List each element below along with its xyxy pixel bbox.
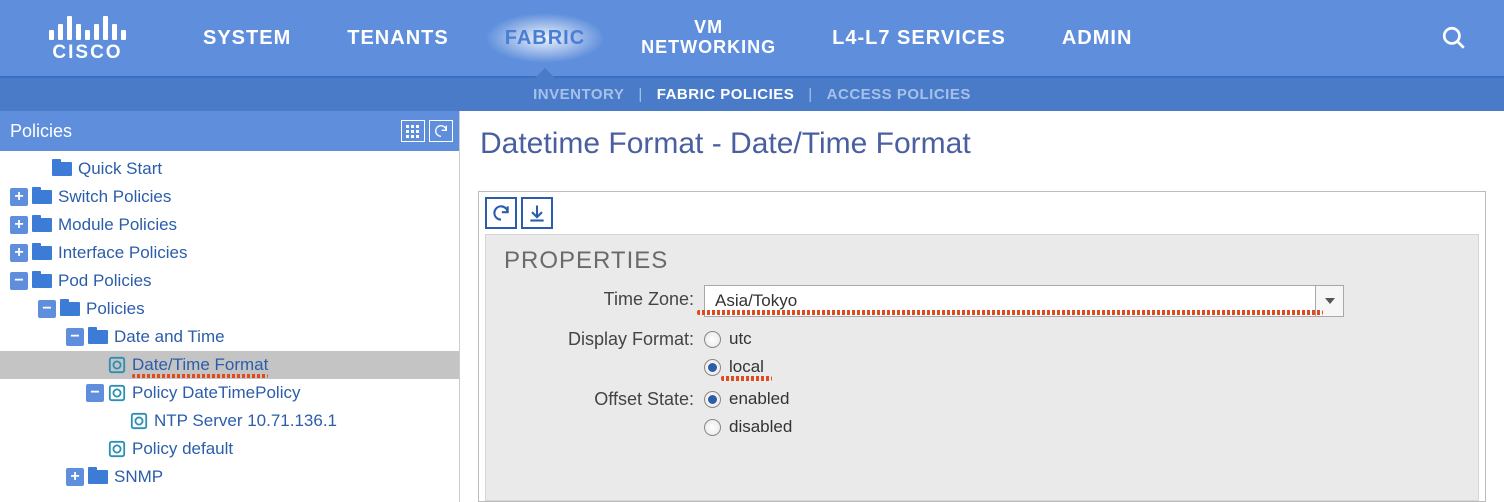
folder-icon: [32, 190, 52, 204]
offset-state-label: Offset State:: [504, 385, 704, 410]
tree-snmp[interactable]: + SNMP: [0, 463, 459, 491]
policy-doc-icon: [108, 356, 126, 374]
sidebar-header: Policies: [0, 111, 459, 151]
field-display-format: Display Format: utc local: [504, 325, 1450, 377]
subnav-divider: |: [804, 86, 816, 103]
policy-doc-icon: [108, 384, 126, 402]
expand-icon[interactable]: +: [10, 188, 28, 206]
nav-vm-networking[interactable]: VMNETWORKING: [613, 0, 804, 76]
refresh-icon: [433, 123, 449, 139]
cisco-logo-text: CISCO: [52, 42, 122, 64]
timezone-select[interactable]: Asia/Tokyo: [704, 285, 1344, 317]
radio-icon: [704, 359, 721, 376]
tree-policies[interactable]: − Policies: [0, 295, 459, 323]
main-nav: SYSTEM TENANTS FABRIC VMNETWORKING L4-L7…: [175, 0, 1404, 76]
sidebar-title: Policies: [10, 121, 72, 142]
tree-date-and-time[interactable]: − Date and Time: [0, 323, 459, 351]
sub-nav-bar: INVENTORY | FABRIC POLICIES | ACCESS POL…: [0, 78, 1504, 111]
collapse-icon[interactable]: −: [86, 384, 104, 402]
policy-doc-icon: [108, 440, 126, 458]
display-format-label: Display Format:: [504, 325, 704, 350]
field-offset-state: Offset State: enabled disabled: [504, 385, 1450, 437]
expand-icon[interactable]: +: [66, 468, 84, 486]
page-title: Datetime Format - Date/Time Format: [480, 127, 1486, 161]
subnav-fabric-policies[interactable]: FABRIC POLICIES: [653, 86, 799, 103]
radio-label: enabled: [729, 389, 790, 409]
nav-tenants[interactable]: TENANTS: [319, 0, 476, 76]
nav-admin[interactable]: ADMIN: [1034, 0, 1161, 76]
collapse-icon[interactable]: −: [38, 300, 56, 318]
cisco-logo-bars-icon: [49, 12, 126, 40]
sidebar-refresh-button[interactable]: [429, 120, 453, 142]
subnav-access-policies[interactable]: ACCESS POLICIES: [823, 86, 975, 103]
tree-label: Date/Time Format: [132, 355, 268, 375]
subnav-divider: |: [634, 86, 646, 103]
radio-label: disabled: [729, 417, 792, 437]
nav-l4l7[interactable]: L4-L7 SERVICES: [804, 0, 1034, 76]
folder-icon: [32, 246, 52, 260]
panel-refresh-button[interactable]: [485, 197, 517, 229]
folder-icon: [32, 218, 52, 232]
folder-icon: [88, 330, 108, 344]
radio-label: local: [729, 357, 764, 377]
display-format-local[interactable]: local: [704, 357, 1344, 377]
expand-icon[interactable]: +: [10, 244, 28, 262]
collapse-icon[interactable]: −: [10, 272, 28, 290]
policy-tree: Quick Start + Switch Policies + Module P…: [0, 151, 459, 502]
radio-icon: [704, 419, 721, 436]
policy-doc-icon: [130, 412, 148, 430]
properties-section: PROPERTIES Time Zone: Asia/Tokyo Display…: [485, 234, 1479, 501]
timezone-label: Time Zone:: [504, 285, 704, 310]
tree-policy-default[interactable]: Policy default: [0, 435, 459, 463]
tree-switch-policies[interactable]: + Switch Policies: [0, 183, 459, 211]
subnav-inventory[interactable]: INVENTORY: [529, 86, 628, 103]
content-pane: Datetime Format - Date/Time Format PROPE…: [460, 111, 1504, 502]
sidebar: Policies Quick Start + Switch Policies +: [0, 111, 460, 502]
offset-state-disabled[interactable]: disabled: [704, 417, 1344, 437]
search-icon: [1441, 25, 1467, 51]
folder-icon: [52, 162, 72, 176]
body: Policies Quick Start + Switch Policies +: [0, 111, 1504, 502]
tree-policy-datetimepolicy[interactable]: − Policy DateTimePolicy: [0, 379, 459, 407]
panel-toolbar: [479, 192, 1485, 234]
refresh-icon: [491, 203, 511, 223]
tree-module-policies[interactable]: + Module Policies: [0, 211, 459, 239]
display-format-utc[interactable]: utc: [704, 329, 1344, 349]
properties-panel: PROPERTIES Time Zone: Asia/Tokyo Display…: [478, 191, 1486, 502]
download-icon: [527, 203, 547, 223]
offset-state-enabled[interactable]: enabled: [704, 389, 1344, 409]
radio-icon: [704, 331, 721, 348]
timezone-value: Asia/Tokyo: [705, 291, 1315, 311]
tree-datetime-format[interactable]: Date/Time Format: [0, 351, 459, 379]
tree-ntp-server[interactable]: NTP Server 10.71.136.1: [0, 407, 459, 435]
folder-icon: [32, 274, 52, 288]
properties-heading: PROPERTIES: [504, 247, 1450, 275]
tree-quick-start[interactable]: Quick Start: [0, 155, 459, 183]
collapse-icon[interactable]: −: [66, 328, 84, 346]
tree-interface-policies[interactable]: + Interface Policies: [0, 239, 459, 267]
nav-system[interactable]: SYSTEM: [175, 0, 319, 76]
top-nav-bar: CISCO SYSTEM TENANTS FABRIC VMNETWORKING…: [0, 0, 1504, 78]
tree-pod-policies[interactable]: − Pod Policies: [0, 267, 459, 295]
panel-download-button[interactable]: [521, 197, 553, 229]
grid-icon: [406, 125, 420, 138]
cisco-logo: CISCO: [0, 12, 175, 64]
expand-icon[interactable]: +: [10, 216, 28, 234]
radio-label: utc: [729, 329, 752, 349]
search-button[interactable]: [1404, 25, 1504, 51]
folder-icon: [88, 470, 108, 484]
folder-icon: [60, 302, 80, 316]
sidebar-view-toggle-button[interactable]: [401, 120, 425, 142]
radio-icon: [704, 391, 721, 408]
nav-fabric[interactable]: FABRIC: [477, 0, 613, 76]
field-timezone: Time Zone: Asia/Tokyo: [504, 285, 1450, 317]
